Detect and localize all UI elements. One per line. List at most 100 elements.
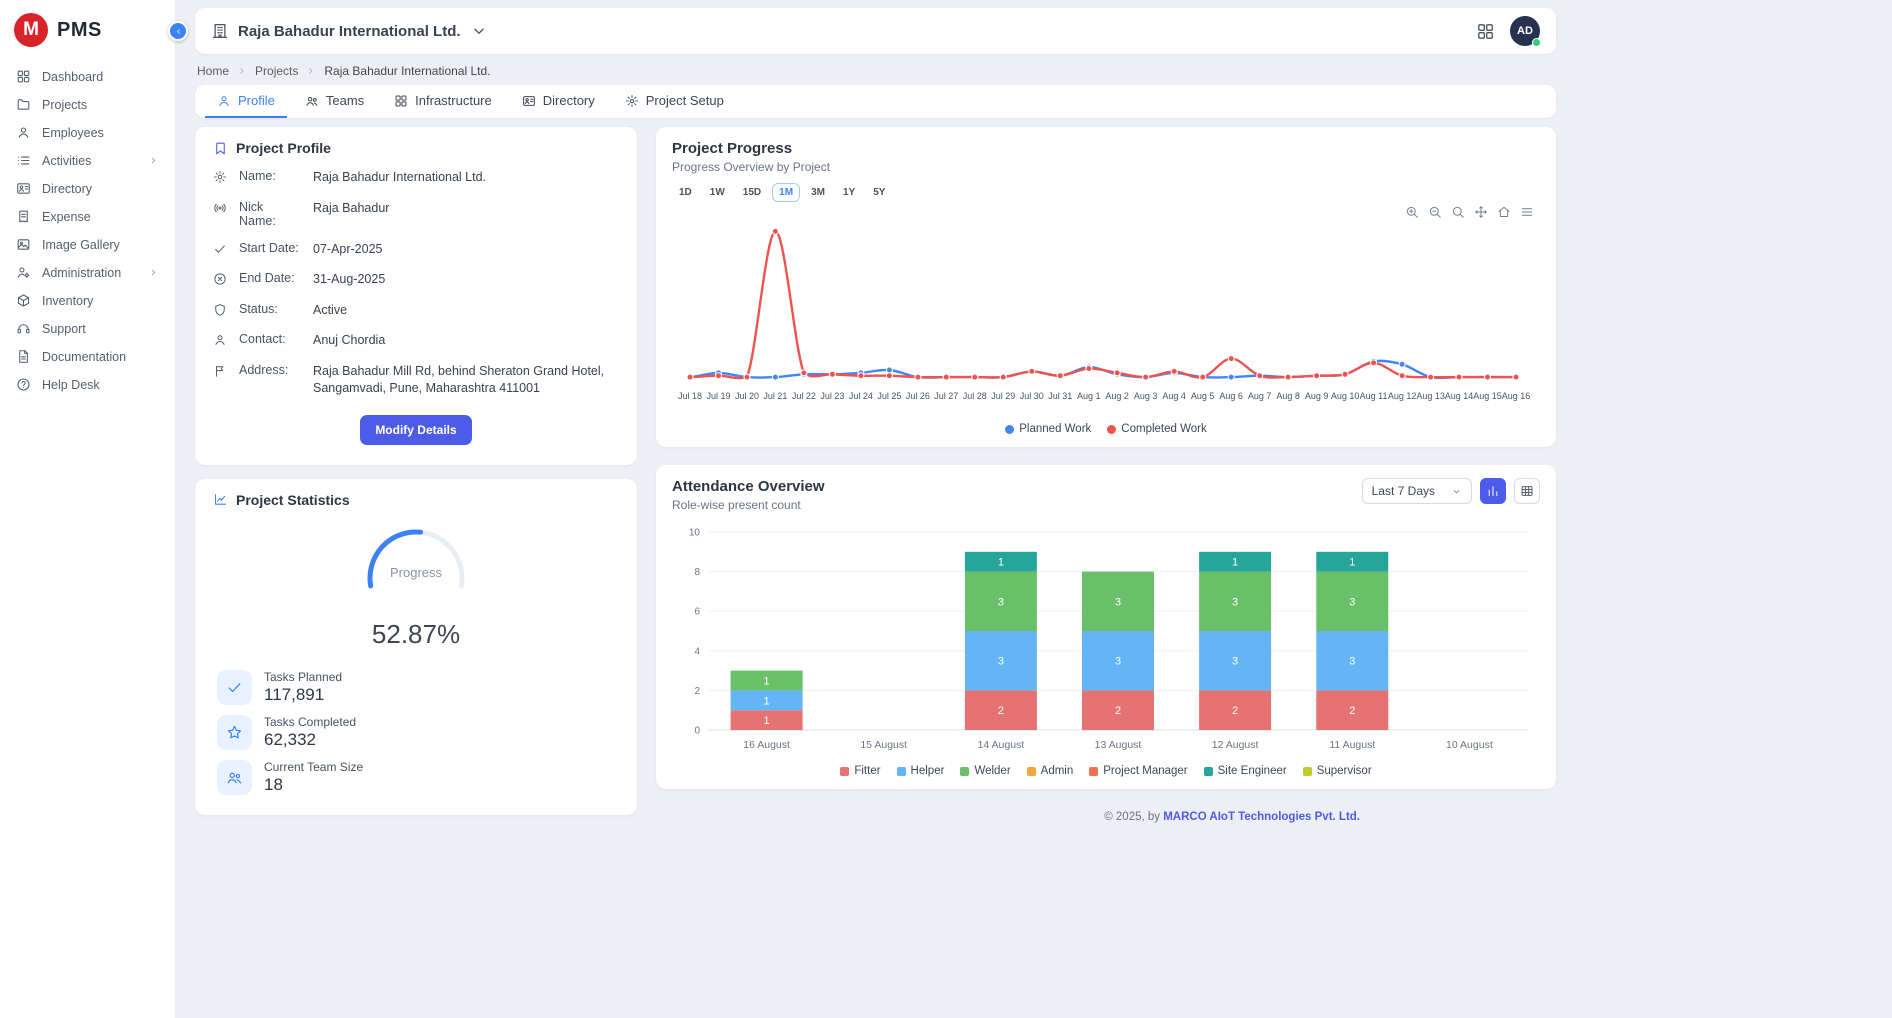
svg-text:3: 3 — [1115, 596, 1121, 608]
range-1y-button[interactable]: 1Y — [836, 183, 862, 202]
legend-fitter[interactable]: Fitter — [840, 765, 880, 777]
left-column: Project Profile Name:Raja Bahadur Intern… — [195, 127, 637, 815]
brand[interactable]: M PMS — [0, 0, 175, 62]
admin-icon — [16, 265, 31, 280]
sidebar-item-administration[interactable]: Administration — [0, 259, 175, 286]
sidebar-item-label: Dashboard — [42, 70, 103, 84]
dashboard-icon — [394, 94, 408, 108]
progress-gauge-svg: Progress — [331, 518, 501, 616]
field-label: Contact: — [239, 332, 301, 346]
home-tool-icon[interactable] — [1497, 205, 1511, 219]
magnifier-tool-icon[interactable] — [1451, 205, 1465, 219]
range-1m-button[interactable]: 1M — [772, 183, 800, 202]
sidebar-item-projects[interactable]: Projects — [0, 91, 175, 118]
profile-field-status: Status:Active — [213, 302, 619, 320]
svg-text:Aug 13: Aug 13 — [1416, 391, 1445, 401]
breadcrumb-item-projects[interactable]: Projects — [255, 64, 298, 78]
sidebar-item-employees[interactable]: Employees — [0, 119, 175, 146]
legend-planned-work[interactable]: Planned Work — [1005, 423, 1091, 435]
stat-label: Tasks Planned — [264, 670, 342, 684]
sidebar-item-expense[interactable]: Expense — [0, 203, 175, 230]
field-value: Anuj Chordia — [313, 332, 385, 350]
legend-completed-work[interactable]: Completed Work — [1107, 423, 1206, 435]
signal-icon — [213, 201, 227, 215]
range-15d-button[interactable]: 15D — [736, 183, 768, 202]
date-filter-select[interactable]: Last 7 Days — [1362, 478, 1472, 504]
sidebar-item-label: Documentation — [42, 350, 126, 364]
apps-grid-icon[interactable] — [1476, 22, 1495, 41]
svg-text:Jul 24: Jul 24 — [849, 391, 873, 401]
tab-infrastructure[interactable]: Infrastructure — [382, 85, 504, 118]
star-icon — [217, 715, 252, 750]
svg-text:16 August: 16 August — [743, 739, 790, 751]
range-3m-button[interactable]: 3M — [804, 183, 832, 202]
sidebar-item-documentation[interactable]: Documentation — [0, 343, 175, 370]
svg-text:Aug 12: Aug 12 — [1388, 391, 1417, 401]
svg-text:Aug 9: Aug 9 — [1305, 391, 1329, 401]
footer: © 2025, by MARCO AIoT Technologies Pvt. … — [656, 807, 1556, 829]
svg-text:10 August: 10 August — [1446, 739, 1493, 751]
top-header: Raja Bahadur International Ltd. AD — [195, 8, 1556, 54]
zoom-out-tool-icon[interactable] — [1428, 205, 1442, 219]
sidebar-item-image-gallery[interactable]: Image Gallery — [0, 231, 175, 258]
tab-project-setup[interactable]: Project Setup — [613, 85, 736, 118]
range-1w-button[interactable]: 1W — [703, 183, 732, 202]
bar-chart-legend: Fitter Helper Welder Admin Project Manager Si… — [672, 765, 1540, 777]
bar-view-button[interactable] — [1480, 478, 1506, 504]
profile-field-contact: Contact: Anuj Chordia — [213, 332, 619, 350]
range-1d-button[interactable]: 1D — [672, 183, 699, 202]
range-5y-button[interactable]: 5Y — [866, 183, 892, 202]
shield-icon — [213, 303, 227, 317]
legend-welder[interactable]: Welder — [960, 765, 1010, 777]
legend-helper[interactable]: Helper — [897, 765, 945, 777]
person-card-icon — [16, 181, 31, 196]
pan-tool-icon[interactable] — [1474, 205, 1488, 219]
field-value: Raja Bahadur Mill Rd, behind Sheraton Gr… — [313, 363, 613, 398]
sidebar-item-directory[interactable]: Directory — [0, 175, 175, 202]
breadcrumb: HomeProjectsRaja Bahadur International L… — [197, 64, 1556, 78]
zoom-in-tool-icon[interactable] — [1405, 205, 1419, 219]
legend-site-engineer[interactable]: Site Engineer — [1204, 765, 1287, 777]
svg-text:Aug 3: Aug 3 — [1134, 391, 1158, 401]
legend-label: Site Engineer — [1218, 765, 1287, 777]
svg-text:13 August: 13 August — [1095, 739, 1142, 751]
footer-link[interactable]: MARCO AIoT Technologies Pvt. Ltd. — [1163, 811, 1360, 823]
modify-details-button[interactable]: Modify Details — [360, 415, 471, 445]
sidebar-collapse-button[interactable] — [168, 21, 188, 41]
gear-icon — [625, 94, 639, 108]
svg-text:12 August: 12 August — [1212, 739, 1259, 751]
svg-text:Progress: Progress — [390, 565, 443, 580]
svg-text:Aug 15: Aug 15 — [1473, 391, 1502, 401]
menu-tool-icon[interactable] — [1520, 205, 1534, 219]
sidebar-item-activities[interactable]: Activities — [0, 147, 175, 174]
attendance-subtitle: Role-wise present count — [672, 498, 825, 512]
online-status-dot — [1532, 38, 1541, 47]
tab-label: Teams — [326, 93, 364, 108]
sidebar-item-dashboard[interactable]: Dashboard — [0, 63, 175, 90]
legend-label: Helper — [911, 765, 945, 777]
avatar[interactable]: AD — [1510, 16, 1540, 46]
table-view-button[interactable] — [1514, 478, 1540, 504]
progress-percent-value: 52.87% — [372, 619, 460, 650]
project-progress-card: Project Progress Progress Overview by Pr… — [656, 127, 1556, 447]
tab-label: Directory — [543, 93, 595, 108]
legend-project-manager[interactable]: Project Manager — [1089, 765, 1187, 777]
svg-text:Aug 1: Aug 1 — [1077, 391, 1101, 401]
svg-text:Aug 7: Aug 7 — [1248, 391, 1272, 401]
tab-directory[interactable]: Directory — [510, 85, 607, 118]
legend-supervisor[interactable]: Supervisor — [1303, 765, 1372, 777]
legend-swatch — [1027, 767, 1036, 776]
svg-text:Jul 22: Jul 22 — [792, 391, 816, 401]
svg-text:Aug 14: Aug 14 — [1445, 391, 1474, 401]
receipt-icon — [16, 209, 31, 224]
sidebar-item-support[interactable]: Support — [0, 315, 175, 342]
legend-admin[interactable]: Admin — [1027, 765, 1074, 777]
sidebar-item-inventory[interactable]: Inventory — [0, 287, 175, 314]
svg-text:3: 3 — [1349, 596, 1355, 608]
sidebar-item-help-desk[interactable]: Help Desk — [0, 371, 175, 398]
breadcrumb-item-home[interactable]: Home — [197, 64, 229, 78]
tab-teams[interactable]: Teams — [293, 85, 376, 118]
svg-text:3: 3 — [1115, 656, 1121, 668]
tab-profile[interactable]: Profile — [205, 85, 287, 118]
company-selector[interactable]: Raja Bahadur International Ltd. — [211, 22, 488, 40]
